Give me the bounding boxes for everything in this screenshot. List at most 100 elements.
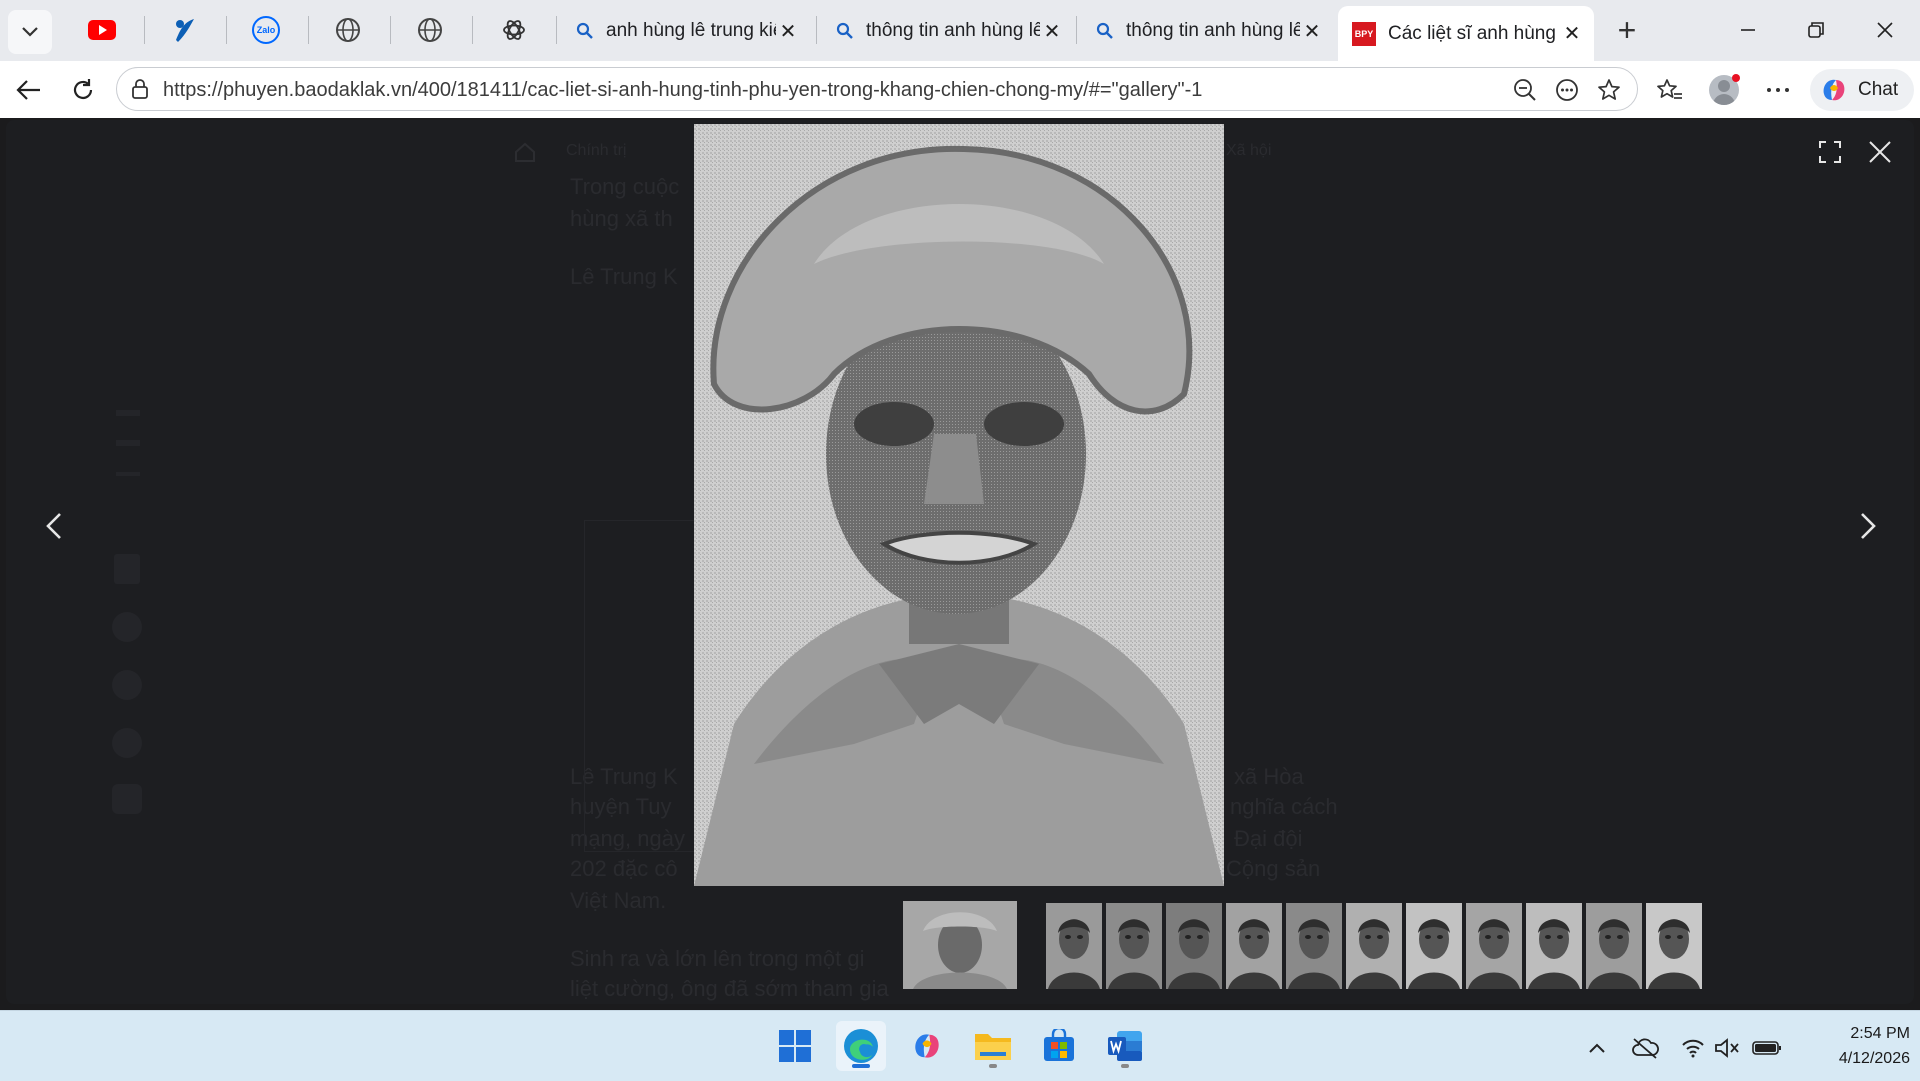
battery-icon [1752, 1041, 1781, 1055]
tab-search-1[interactable]: anh hùng lê trung kiên ✕ [562, 8, 810, 54]
close-gallery-button[interactable] [1858, 130, 1902, 174]
search-icon [836, 22, 853, 39]
bpy-favicon-text: BPY [1354, 28, 1374, 39]
thumbnail-image [1048, 919, 1100, 989]
pinned-tab-youtube[interactable] [72, 10, 132, 50]
volume-status[interactable] [1712, 1033, 1742, 1063]
notification-dot [1732, 74, 1740, 82]
gallery-thumbnail[interactable] [1286, 903, 1342, 989]
tab-search-3[interactable]: thông tin anh hùng lê ✕ [1082, 8, 1334, 54]
gallery-thumbnail[interactable] [1106, 903, 1162, 989]
system-clock[interactable]: 2:54 PM 4/12/2026 [1790, 1021, 1910, 1071]
chat-label: Chat [1858, 79, 1899, 100]
star-icon [1598, 79, 1620, 100]
address-bar[interactable]: https://phuyen.baodaklak.vn/400/181411/c… [116, 67, 1638, 111]
taskbar-microsoft-store[interactable] [1034, 1021, 1084, 1071]
globe-icon [336, 18, 360, 42]
taskbar-copilot[interactable] [902, 1021, 952, 1071]
pinned-tab-zalo[interactable]: Zalo [236, 10, 296, 50]
volume-muted-icon [1715, 1038, 1739, 1058]
refresh-icon [73, 79, 93, 99]
next-image-button[interactable] [1846, 504, 1890, 548]
wifi-status[interactable] [1678, 1033, 1708, 1063]
minimize-button[interactable] [1725, 12, 1771, 48]
cloud-off-icon [1632, 1038, 1659, 1059]
gallery-thumbnail[interactable] [1046, 903, 1102, 989]
restore-icon [1808, 22, 1824, 38]
taskbar-edge[interactable] [836, 1021, 886, 1071]
close-tab-icon[interactable]: ✕ [1560, 21, 1584, 46]
taskbar-word[interactable] [1100, 1021, 1150, 1071]
back-button[interactable] [10, 71, 48, 109]
thumbnail-image [1108, 919, 1160, 989]
profile-button[interactable] [1706, 72, 1742, 108]
pinned-tab-globe-1[interactable] [318, 10, 378, 50]
more-circle-icon [1556, 79, 1578, 101]
thumbnail-image [1288, 919, 1340, 989]
tab-title: Các liệt sĩ anh hùng tỉnh [1388, 22, 1560, 44]
close-tab-icon[interactable]: ✕ [1300, 19, 1324, 44]
file-explorer-icon [975, 1034, 1011, 1060]
refresh-button[interactable] [64, 71, 102, 109]
gallery-thumbnail[interactable] [1646, 903, 1702, 989]
article-line: nghĩa cách [1230, 794, 1338, 819]
tab-title: thông tin anh hùng lê [1126, 20, 1300, 41]
vnpt-icon [176, 19, 194, 42]
close-tab-icon[interactable]: ✕ [1040, 19, 1064, 44]
gallery-thumbnail[interactable] [1526, 903, 1582, 989]
pinned-tab-chatgpt[interactable] [484, 10, 544, 50]
favorites-button[interactable] [1652, 72, 1688, 108]
copilot-icon [915, 1034, 939, 1058]
article-line: liệt cường, ông đã sớm tham gia [570, 976, 889, 1001]
windows-taskbar: 2:54 PM 4/12/2026 [0, 1010, 1920, 1081]
thumbnail-image [1348, 919, 1400, 989]
restore-button[interactable] [1793, 12, 1839, 48]
address-toolbar: https://phuyen.baodaklak.vn/400/181411/c… [0, 61, 1920, 118]
tab-actions-menu-button[interactable] [8, 10, 52, 54]
start-button[interactable] [770, 1021, 820, 1071]
new-tab-button[interactable]: + [1609, 14, 1645, 50]
thumbnail-image [1588, 919, 1640, 989]
article-line: Trong cuộc [570, 174, 680, 199]
close-icon [1869, 141, 1891, 163]
taskbar-file-explorer[interactable] [968, 1021, 1018, 1071]
article-line: hùng xã th [570, 206, 673, 231]
zoom-out-button[interactable] [1509, 74, 1541, 106]
gallery-thumbnail[interactable] [1346, 903, 1402, 989]
article-line: xã Hòa [1234, 764, 1304, 789]
windows-start-icon [779, 1030, 811, 1062]
article-line: Cộng sản [1226, 856, 1321, 881]
article-line: Đại đội [1234, 826, 1303, 851]
previous-image-button[interactable] [32, 504, 76, 548]
fullscreen-button[interactable] [1808, 130, 1852, 174]
chevron-down-icon [22, 27, 38, 37]
gallery-thumbnail[interactable] [1466, 903, 1522, 989]
battery-status[interactable] [1752, 1033, 1782, 1063]
close-window-button[interactable] [1862, 12, 1908, 48]
gallery-thumbnail-active[interactable] [903, 901, 1017, 989]
url-text[interactable]: https://phuyen.baodaklak.vn/400/181411/c… [163, 79, 1202, 102]
pinned-tab-vnpt[interactable] [154, 10, 214, 50]
page-actions-button[interactable] [1551, 74, 1583, 106]
pinned-tab-globe-2[interactable] [400, 10, 460, 50]
copilot-icon [1823, 79, 1845, 101]
gallery-thumbnail[interactable] [1166, 903, 1222, 989]
gallery-thumbnail[interactable] [1406, 903, 1462, 989]
search-icon [1096, 22, 1113, 39]
show-hidden-icons-button[interactable] [1582, 1033, 1612, 1063]
word-icon [1108, 1031, 1142, 1061]
close-tab-icon[interactable]: ✕ [776, 19, 800, 44]
thumbnail-image [1528, 919, 1580, 989]
minimize-icon [1741, 29, 1755, 31]
gallery-lightbox: Chính trị Xã hội Trong cuộc hùng xã th L… [6, 120, 1914, 1004]
gallery-thumbnail[interactable] [1586, 903, 1642, 989]
onedrive-status[interactable] [1630, 1033, 1660, 1063]
thumbnail-image [1408, 919, 1460, 989]
tab-search-2[interactable]: thông tin anh hùng lê ✕ [822, 8, 1074, 54]
tab-active-article[interactable]: BPY Các liệt sĩ anh hùng tỉnh ✕ [1338, 6, 1594, 61]
settings-more-button[interactable] [1760, 72, 1796, 108]
favorite-star-button[interactable] [1593, 74, 1625, 106]
bpy-favicon: BPY [1352, 21, 1376, 46]
gallery-thumbnail[interactable] [1226, 903, 1282, 989]
copilot-chat-button[interactable]: Chat [1810, 69, 1914, 111]
